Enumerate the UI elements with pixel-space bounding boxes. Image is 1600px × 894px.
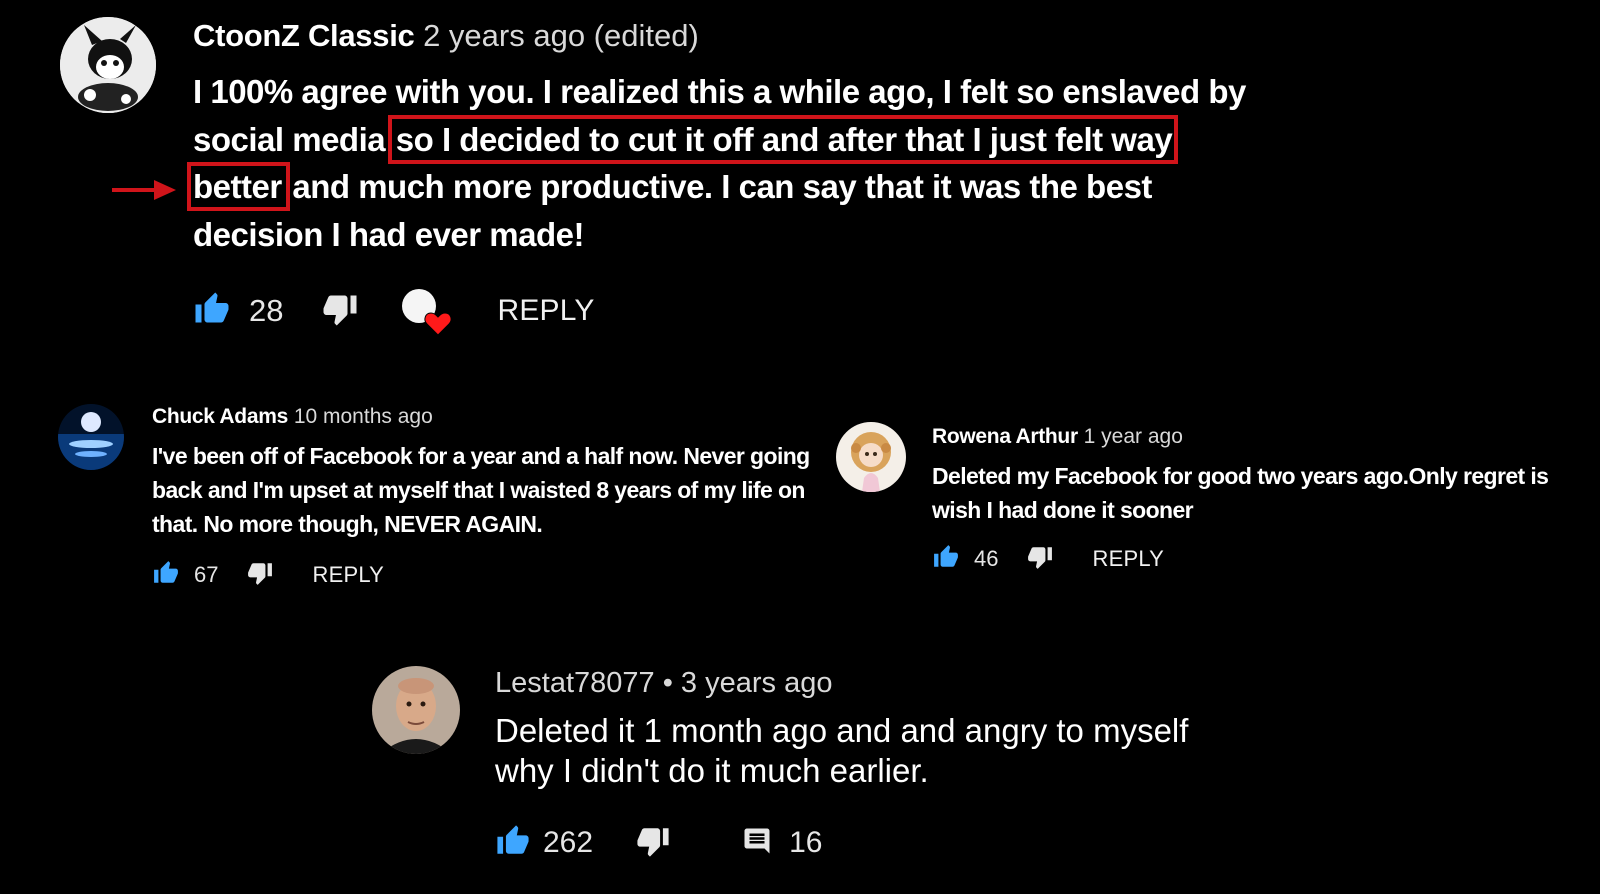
timestamp[interactable]: • 3 years ago [663,667,833,699]
comment-header: Rowena Arthur 1 year ago [932,425,1183,449]
like-count: 46 [974,546,999,571]
author-name[interactable]: Lestat78077 [495,667,655,699]
comment-text: I've been off of Facebook for a year and… [152,443,810,537]
author-name[interactable]: Rowena Arthur [932,425,1078,448]
avatar[interactable] [58,404,124,470]
reply-button[interactable]: REPLY [312,562,384,588]
thumbs-up-icon[interactable] [152,560,180,591]
timestamp[interactable]: 2 years ago (edited) [423,18,699,53]
reply-button[interactable]: REPLY [497,294,594,328]
thumbs-up-icon[interactable] [932,544,960,575]
like-count: 262 [543,826,594,859]
reply-button[interactable]: REPLY [1092,546,1164,572]
comment-actions: 262 16 [495,821,822,865]
thumbs-up-icon[interactable] [193,291,231,332]
comment-actions: 46 REPLY [932,543,1164,575]
comment-lestat78077: Lestat78077 • 3 years ago Deleted it 1 m… [0,655,1600,894]
author-name[interactable]: CtoonZ Classic [193,18,415,53]
comment-text: Deleted it 1 month ago and and angry to … [495,712,1189,789]
thumbs-down-icon[interactable] [246,560,274,591]
creator-heart-icon[interactable] [401,286,453,336]
timestamp[interactable]: 1 year ago [1084,425,1183,448]
comment-header: Lestat78077 • 3 years ago [495,667,832,700]
comment-header: Chuck Adams 10 months ago [152,405,433,429]
thumbs-down-icon[interactable] [1026,544,1054,575]
avatar[interactable] [60,17,156,113]
reply-count[interactable]: 16 [789,826,822,860]
comment-icon[interactable] [741,826,773,861]
comment-text: I 100% agree with you. I realized this a… [186,68,1253,258]
thumbs-down-icon[interactable] [321,291,359,332]
avatar[interactable] [836,422,906,492]
comment-chuck-adams: Chuck Adams 10 months ago I've been off … [0,395,830,605]
arrow-icon [112,177,176,208]
timestamp[interactable]: 10 months ago [294,405,433,428]
like-count: 28 [249,293,284,328]
comment-ctoonz: CtoonZ Classic 2 years ago (edited) I 10… [0,0,1600,360]
thumbs-down-icon[interactable] [635,824,671,863]
avatar[interactable] [372,666,460,754]
comment-header: CtoonZ Classic 2 years ago (edited) [193,18,699,54]
thumbs-up-icon[interactable] [495,824,531,863]
comment-actions: 67 REPLY [152,559,384,591]
like-count: 67 [194,562,219,587]
author-name[interactable]: Chuck Adams [152,405,288,428]
comment-actions: 28 REPLY [193,286,595,336]
comment-text-part: and much more productive. I can say that… [193,168,1152,253]
comment-rowena-arthur: Rowena Arthur 1 year ago Deleted my Face… [830,415,1600,595]
comment-text: Deleted my Facebook for good two years a… [932,463,1549,523]
